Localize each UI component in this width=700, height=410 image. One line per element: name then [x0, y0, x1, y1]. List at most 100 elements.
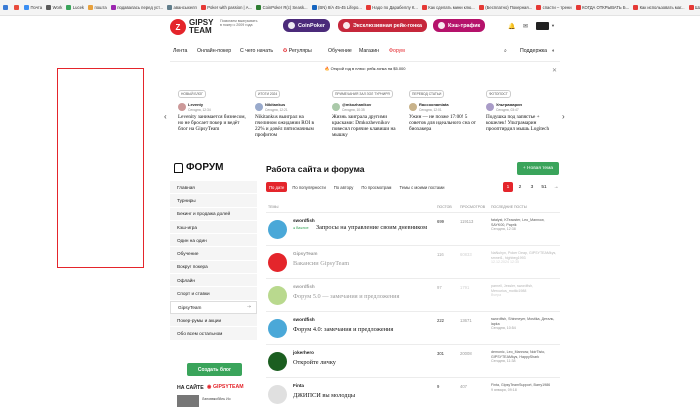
sort-filter[interactable]: По автору — [331, 182, 357, 192]
row-title[interactable]: Форум 5.0 — замечания и предложения — [293, 293, 399, 300]
row-author[interactable]: GipsyTeam — [293, 251, 317, 256]
user-avatar[interactable] — [536, 22, 549, 30]
row-title[interactable]: Вакансии GipsyTeam — [293, 260, 349, 267]
blog-card[interactable]: ИТОГИ 2024NikitankusСегодня, 12:21Nikita… — [255, 82, 323, 150]
nav-learning[interactable]: Обучение — [328, 48, 352, 54]
table-row[interactable]: FintaДЖИПСИ вы молодцы9407Finta, GipsyTe… — [266, 377, 560, 410]
table-row[interactable]: swordfish Форум 4.0: замечания и предложе… — [266, 311, 560, 344]
sidebar-item[interactable]: Кэш-игра — [170, 221, 257, 234]
row-author[interactable]: swordfish — [293, 317, 315, 322]
bookmark-item[interactable] — [14, 5, 21, 10]
promo-banner[interactable]: 🔥 Открой год в плюс: рейк-гонка на $5.00… — [170, 66, 560, 76]
on-site-thumbnail[interactable] — [177, 395, 199, 407]
ad-banner-placeholder[interactable] — [57, 68, 144, 268]
rake-race-button[interactable]: Эксклюзивная рейк-гонка — [338, 19, 427, 32]
bookmark-label: Как использовать маг... — [640, 5, 685, 10]
table-row[interactable]: GipsyTeamВакансии GipsyTeam11660833NaNuh… — [266, 245, 560, 278]
bookmark-item[interactable]: Шаг или Конфейсен К... — [689, 5, 700, 10]
row-title[interactable]: Форум 4.0: замечания и предложения — [293, 326, 393, 333]
sidebar-item[interactable]: GipsyTeam⇢ — [170, 301, 257, 314]
blog-card[interactable]: ПЕРЕВОД СТАТЬИRaccoonamiataСегодня, 12:0… — [409, 82, 477, 150]
bookmark-item[interactable]: КОГДА ОТКРЫВАТЬ Б... — [576, 5, 630, 10]
bookmark-item[interactable]: Poker with passion | А... — [201, 5, 252, 10]
sidebar-item[interactable]: Вокруг покера — [170, 261, 257, 274]
bookmark-item[interactable]: (BN) 8/A 45-45 Lifepo... — [312, 5, 362, 10]
sidebar-item[interactable]: Один на один — [170, 234, 257, 247]
row-author[interactable]: jokerhero — [293, 350, 314, 355]
nav-start[interactable]: С чего начать — [240, 48, 273, 54]
sidebar-item[interactable]: Обучение — [170, 247, 257, 260]
sidebar-item[interactable]: Турниры — [170, 194, 257, 207]
card-title[interactable]: Подушка под запястье + кошелек! Ультрама… — [486, 114, 554, 133]
sort-filter[interactable]: Темы с моими постами — [396, 182, 447, 192]
nav-regulars[interactable]: ✪ Регуляры — [283, 48, 312, 54]
table-row[interactable]: swordfish Форум 5.0 — замечания и предлож… — [266, 278, 560, 311]
card-title[interactable]: Жизнь заиграла другими красками: Dmkozhe… — [332, 114, 400, 139]
nav-online-poker[interactable]: Онлайн-покер — [197, 48, 231, 54]
bookmark-item[interactable]: Как использовать маг... — [633, 5, 684, 10]
carousel-next-icon[interactable]: › — [562, 112, 565, 121]
page-link[interactable]: 1 — [503, 182, 513, 192]
sidebar-item[interactable]: Бекинг и продажа долей — [170, 208, 257, 221]
bookmark-item[interactable]: CoinPoker R(с) Seask... — [256, 5, 307, 10]
bookmark-item[interactable]: Work — [46, 5, 62, 10]
site-logo[interactable]: Z GIPSY TEAM — [170, 19, 213, 35]
bookmark-item[interactable]: авансыхелп — [167, 5, 197, 10]
page-link[interactable]: 51 — [539, 182, 549, 192]
bell-icon[interactable]: 🔔 — [508, 23, 515, 30]
col-topics: ТЕМЫ — [268, 205, 279, 209]
card-title[interactable]: Nikitankus выиграл на пчелином ожидании … — [255, 114, 323, 139]
on-site-text[interactable]: Лаповвкобйль Ио — [202, 397, 231, 401]
mail-icon[interactable]: ✉ — [523, 23, 528, 30]
row-title[interactable]: Откройте личку — [293, 359, 336, 366]
close-icon[interactable]: ✕ — [552, 67, 557, 74]
chevron-down-icon[interactable]: ▼ — [551, 23, 555, 28]
bookmark-item[interactable]: (Бесплатно) Покерная... — [479, 5, 532, 10]
bookmark-item[interactable]: подавалась перед уст... — [111, 5, 163, 10]
blog-card[interactable]: ПРИМЕЧАНИЯ ЗАЛ ЗОЛ ТУРНИРЯ@mkozhanikovСе… — [332, 82, 400, 150]
sidebar-item[interactable]: Спорт и ставки — [170, 287, 257, 300]
sidebar-item[interactable]: Обо всем остальном — [170, 327, 257, 340]
row-title[interactable]: Запросы на управление своим дневником — [316, 224, 427, 231]
sidebar-item[interactable]: Главная — [170, 181, 257, 194]
page-link[interactable]: → — [551, 182, 561, 192]
row-author[interactable]: swordfish — [293, 218, 315, 223]
blog-card[interactable]: ФОТОПОСТУльтрамаринСегодня, 03:47Подушка… — [486, 82, 554, 150]
nav-shop[interactable]: Магазин — [359, 48, 379, 54]
bookmark-item[interactable]: спасти – трени — [536, 5, 571, 10]
row-title[interactable]: ДЖИПСИ вы молодцы — [293, 392, 355, 399]
search-icon[interactable]: ⌕ — [504, 48, 507, 55]
sidebar-item[interactable]: Офлайн — [170, 274, 257, 287]
carousel-prev-icon[interactable]: ‹ — [164, 112, 167, 121]
bookmark-item[interactable]: Почта — [24, 5, 42, 10]
create-blog-button[interactable]: Создать блог — [187, 363, 242, 376]
avatar — [178, 103, 186, 111]
bookmark-item[interactable] — [3, 5, 10, 10]
row-author[interactable]: Finta — [293, 383, 304, 388]
table-row[interactable]: swordfish● ВажноеЗапросы на управление с… — [266, 212, 560, 245]
table-row[interactable]: jokerheroОткройте личку30120008demonic, … — [266, 344, 560, 377]
new-topic-button[interactable]: + Новая тема — [517, 162, 559, 175]
sort-filter[interactable]: По просмотрам — [358, 182, 394, 192]
sidebar-item[interactable]: Покер-румы и акции — [170, 314, 257, 327]
support-link[interactable]: Поддержка — [520, 48, 547, 54]
on-site-brand[interactable]: ◉ GIPSYTEAM — [207, 384, 244, 390]
coinpoker-button[interactable]: CoinPoker — [283, 19, 330, 32]
blog-card[interactable]: НОВЫЙ БЛОГLeventyСегодня, 12:34Levenity … — [178, 82, 246, 150]
cash-traffic-button[interactable]: Кэш-трафик — [433, 19, 485, 32]
card-title[interactable]: Ужин — не позже 17:00! 5 советов для иде… — [409, 114, 477, 133]
row-author[interactable]: swordfish — [293, 284, 315, 289]
bookmark-item[interactable]: Как сделать мини клю... — [422, 5, 475, 10]
bookmark-label: подавалась перед уст... — [117, 5, 163, 10]
page-link[interactable]: 2 — [515, 182, 525, 192]
sort-filter[interactable]: По дате — [266, 182, 287, 192]
page-link[interactable]: 3 — [527, 182, 537, 192]
card-title[interactable]: Levenity занимается бизнесом, но не брос… — [178, 114, 246, 133]
sort-filter[interactable]: По популярности — [289, 182, 328, 192]
theme-toggle-icon[interactable]: ◐ — [552, 48, 555, 54]
bookmark-item[interactable]: Lucek — [66, 5, 84, 10]
nav-forum[interactable]: Форум — [389, 48, 405, 54]
bookmark-item[interactable]: пошта — [88, 5, 107, 10]
nav-feed[interactable]: Лента — [173, 48, 187, 54]
bookmark-item[interactable]: Надо по Дарабеллу К... — [366, 5, 418, 10]
